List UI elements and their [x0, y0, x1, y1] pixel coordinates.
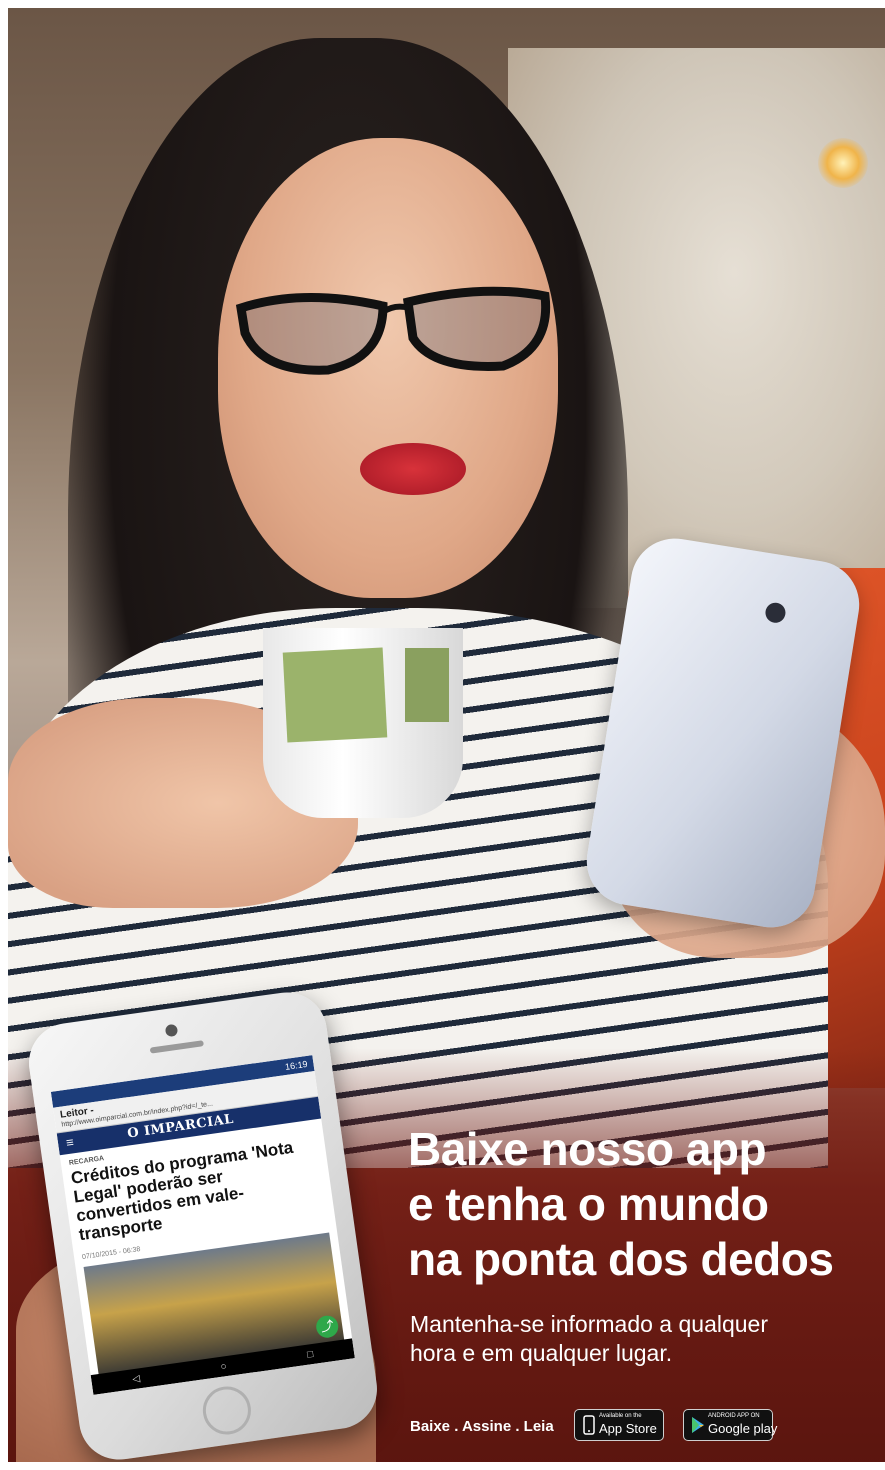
headline-line: Baixe nosso app [408, 1123, 767, 1175]
main-headline: Baixe nosso app e tenha o mundo na ponta… [408, 1122, 868, 1287]
app-store-text: App Store [599, 1421, 657, 1436]
eyeglasses [235, 286, 551, 375]
share-icon: ⤴ [314, 1314, 340, 1340]
google-play-badge[interactable]: ANDROID APP ON Google play [683, 1409, 777, 1441]
coffee-cup [263, 628, 463, 818]
subheadline-line: hora e em qualquer lugar. [410, 1340, 673, 1366]
home-icon: ○ [219, 1360, 228, 1373]
cup-pattern [282, 647, 388, 743]
headline-line: na ponta dos dedos [408, 1233, 834, 1285]
cup-pattern [405, 648, 449, 722]
red-lips [360, 443, 466, 495]
camera-icon [764, 601, 787, 625]
app-store-badge[interactable]: Available on the App Store [574, 1409, 664, 1441]
headline-line: e tenha o mundo [408, 1178, 769, 1230]
recent-apps-icon: □ [306, 1348, 314, 1361]
footer-tagline: Baixe . Assine . Leia [410, 1418, 554, 1435]
subheadline-line: Mantenha-se informado a qualquer [410, 1311, 769, 1337]
background-lamp [818, 138, 868, 188]
menu-icon: ≡ [65, 1134, 75, 1151]
phone-icon [583, 1415, 595, 1435]
google-play-small-text: ANDROID APP ON [708, 1413, 760, 1419]
mockup-phone: 16:19 Leitor - http://www.oimparcial.com… [23, 987, 383, 1462]
google-play-text: Google play [708, 1421, 778, 1436]
subheadline: Mantenha-se informado a qualquer hora e … [410, 1310, 860, 1368]
back-icon: ◁ [131, 1372, 141, 1385]
mockup-screen: 16:19 Leitor - http://www.oimparcial.com… [50, 1055, 355, 1395]
app-store-small-text: Available on the [599, 1413, 642, 1419]
play-icon [692, 1417, 704, 1433]
